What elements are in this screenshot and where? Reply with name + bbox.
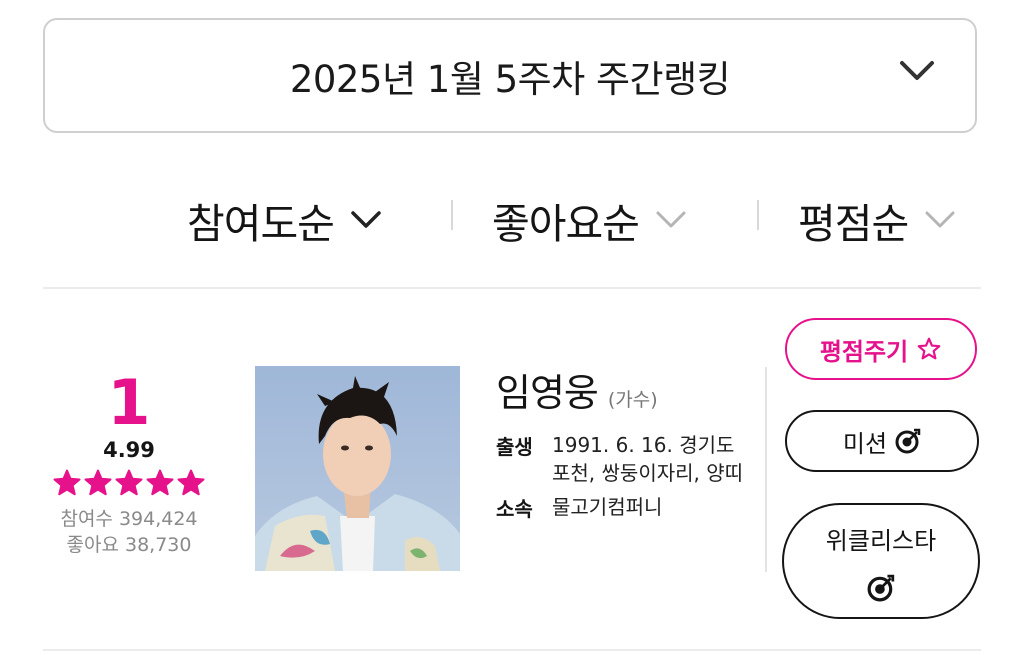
birth-value: 1991. 6. 16. 경기도 포천, 쌍둥이자리, 양띠: [552, 433, 744, 485]
birth-label: 출생: [496, 435, 533, 459]
star-icon: [177, 469, 205, 496]
rank-number: 1: [107, 366, 151, 439]
chevron-down-icon: [656, 211, 686, 228]
artist-name[interactable]: 임영웅: [496, 362, 599, 417]
sort-tab-likes[interactable]: 좋아요순: [492, 185, 687, 255]
agency-row: 소속 물고기컴퍼니: [496, 493, 756, 522]
star-icon: [146, 469, 174, 496]
rate-button[interactable]: 평점주기: [785, 318, 977, 380]
star-icon: [84, 469, 112, 496]
target-icon: [867, 574, 895, 601]
mission-button[interactable]: 미션: [785, 410, 979, 472]
sort-tab-rating[interactable]: 평점순: [798, 185, 956, 255]
artist-info: 임영웅 (가수) 출생 1991. 6. 16. 경기도 포천, 쌍둥이자리, …: [496, 362, 756, 522]
week-selector-dropdown[interactable]: 2025년 1월 5주차 주간랭킹: [43, 18, 977, 133]
weekly-star-button[interactable]: 위클리스타: [782, 503, 980, 619]
birth-row: 출생 1991. 6. 16. 경기도 포천, 쌍둥이자리, 양띠: [496, 431, 756, 487]
divider: [43, 287, 981, 289]
profile-photo[interactable]: [255, 366, 460, 571]
star-outline-icon: [917, 337, 941, 360]
sort-tab-participation[interactable]: 참여도순: [187, 185, 382, 255]
sort-tabs: 참여도순 좋아요순 평점순: [0, 185, 1024, 255]
star-icon: [115, 469, 143, 496]
rating-stars: [40, 468, 218, 498]
star-icon: [53, 469, 81, 496]
rating-score: 4.99: [103, 438, 155, 462]
chevron-down-icon: [899, 60, 935, 86]
target-icon: [895, 428, 921, 454]
divider: [43, 649, 981, 651]
participants-count: 참여수 394,424: [60, 508, 198, 530]
agency-value: 물고기컴퍼니: [552, 495, 663, 519]
agency-label: 소속: [496, 497, 533, 521]
week-selector-label: 2025년 1월 5주차 주간랭킹: [289, 57, 731, 101]
rank-summary: 1 4.99 참여수 394,424 좋아요 38,730: [40, 372, 218, 558]
chevron-down-icon: [925, 211, 955, 228]
likes-count: 좋아요 38,730: [66, 534, 192, 556]
sort-separator: [757, 200, 759, 230]
chevron-down-icon: [351, 211, 381, 228]
artist-role: (가수): [607, 389, 658, 411]
column-divider: [765, 367, 767, 572]
sort-separator: [451, 200, 453, 230]
